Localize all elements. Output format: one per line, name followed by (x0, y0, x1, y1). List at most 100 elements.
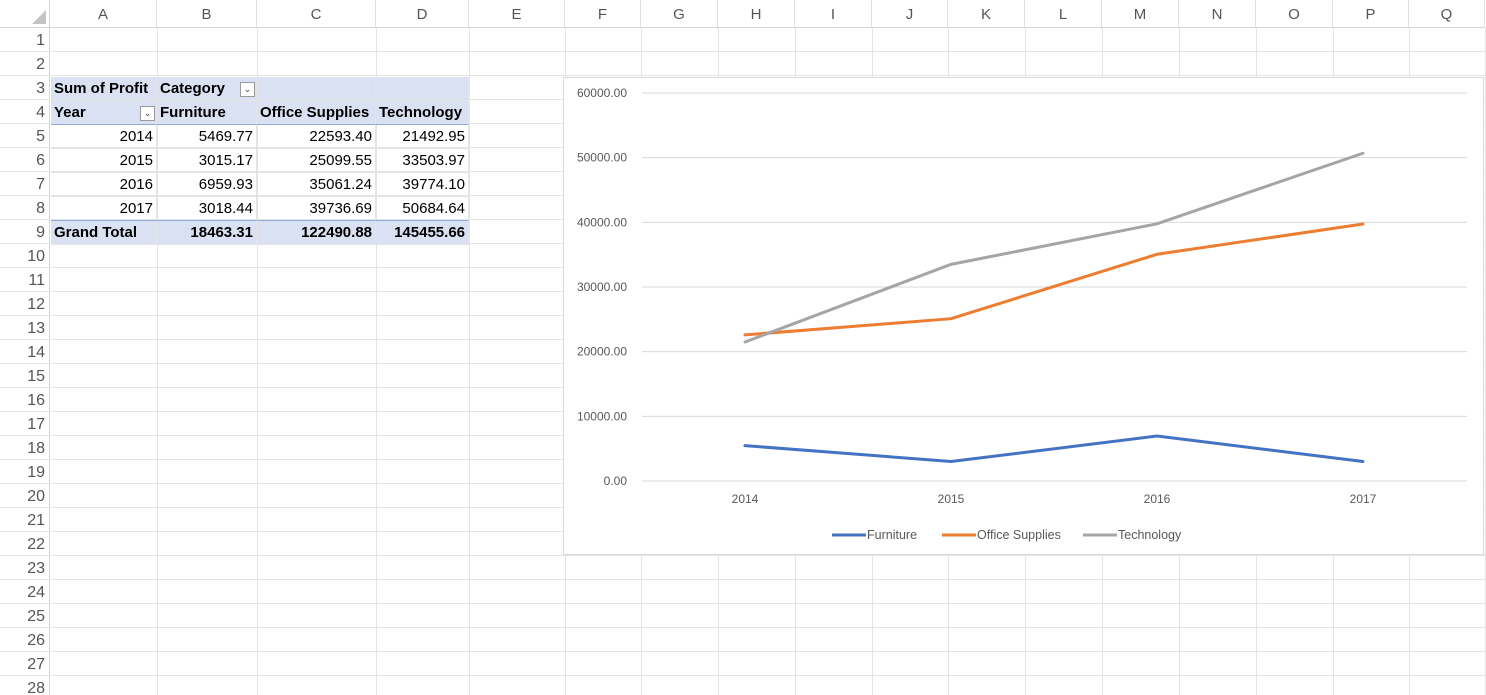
pivot-value-cell[interactable]: 25099.55 (257, 149, 376, 173)
cell-i26[interactable] (796, 628, 873, 652)
cell-q1[interactable] (1410, 28, 1486, 52)
cell-p27[interactable] (1334, 652, 1410, 676)
cell-p28[interactable] (1334, 676, 1410, 695)
cell-c14[interactable] (258, 340, 377, 364)
cell-d13[interactable] (377, 316, 470, 340)
cell-g27[interactable] (642, 652, 719, 676)
cell-i2[interactable] (796, 52, 873, 76)
cell-d28[interactable] (377, 676, 470, 695)
pivot-value-cell[interactable]: 3018.44 (157, 197, 257, 221)
cell-g1[interactable] (642, 28, 719, 52)
pivot-value-cell[interactable]: 22593.40 (257, 125, 376, 149)
cell-c15[interactable] (258, 364, 377, 388)
cell-e3[interactable] (470, 76, 566, 100)
cell-e23[interactable] (470, 556, 566, 580)
cell-p24[interactable] (1334, 580, 1410, 604)
cell-f28[interactable] (566, 676, 642, 695)
cell-o1[interactable] (1257, 28, 1334, 52)
cell-f26[interactable] (566, 628, 642, 652)
cell-a13[interactable] (51, 316, 158, 340)
cell-l26[interactable] (1026, 628, 1103, 652)
cell-p23[interactable] (1334, 556, 1410, 580)
select-all-button[interactable] (0, 0, 50, 28)
cell-c1[interactable] (258, 28, 377, 52)
cell-d10[interactable] (377, 244, 470, 268)
pivot-value-cell[interactable]: 3015.17 (157, 149, 257, 173)
cell-k24[interactable] (949, 580, 1026, 604)
cell-b27[interactable] (158, 652, 258, 676)
pivot-year-cell[interactable]: 2016 (51, 173, 157, 197)
row-header-17[interactable]: 17 (0, 412, 50, 436)
cell-i28[interactable] (796, 676, 873, 695)
row-header-10[interactable]: 10 (0, 244, 50, 268)
column-header-q[interactable]: Q (1409, 0, 1485, 28)
cell-b10[interactable] (158, 244, 258, 268)
cell-a15[interactable] (51, 364, 158, 388)
row-header-7[interactable]: 7 (0, 172, 50, 196)
cell-b26[interactable] (158, 628, 258, 652)
cell-e10[interactable] (470, 244, 566, 268)
cell-a25[interactable] (51, 604, 158, 628)
cell-l25[interactable] (1026, 604, 1103, 628)
cell-a26[interactable] (51, 628, 158, 652)
pivot-value-cell[interactable]: 21492.95 (376, 125, 469, 149)
cell-i24[interactable] (796, 580, 873, 604)
row-header-12[interactable]: 12 (0, 292, 50, 316)
cell-b21[interactable] (158, 508, 258, 532)
cell-e8[interactable] (470, 196, 566, 220)
grand-total-cell[interactable]: 18463.31 (157, 220, 257, 245)
column-header-h[interactable]: H (718, 0, 795, 28)
pivot-col-header-furniture[interactable]: Furniture (157, 101, 257, 125)
column-header-b[interactable]: B (157, 0, 257, 28)
cell-a28[interactable] (51, 676, 158, 695)
row-header-1[interactable]: 1 (0, 28, 50, 52)
cell-g24[interactable] (642, 580, 719, 604)
cell-a20[interactable] (51, 484, 158, 508)
cell-a17[interactable] (51, 412, 158, 436)
cell-c21[interactable] (258, 508, 377, 532)
cell-m26[interactable] (1103, 628, 1180, 652)
cell-c10[interactable] (258, 244, 377, 268)
row-header-15[interactable]: 15 (0, 364, 50, 388)
cell-f2[interactable] (566, 52, 642, 76)
cell-i1[interactable] (796, 28, 873, 52)
cell-q2[interactable] (1410, 52, 1486, 76)
pivot-value-cell[interactable]: 33503.97 (376, 149, 469, 173)
row-header-23[interactable]: 23 (0, 556, 50, 580)
column-header-o[interactable]: O (1256, 0, 1333, 28)
cell-d22[interactable] (377, 532, 470, 556)
cell-d25[interactable] (377, 604, 470, 628)
cell-h1[interactable] (719, 28, 796, 52)
row-header-2[interactable]: 2 (0, 52, 50, 76)
cell-n2[interactable] (1180, 52, 1257, 76)
cell-i25[interactable] (796, 604, 873, 628)
cell-d12[interactable] (377, 292, 470, 316)
cell-q28[interactable] (1410, 676, 1486, 695)
cell-i27[interactable] (796, 652, 873, 676)
cell-a22[interactable] (51, 532, 158, 556)
cell-m23[interactable] (1103, 556, 1180, 580)
cell-b2[interactable] (158, 52, 258, 76)
cell-h26[interactable] (719, 628, 796, 652)
row-header-13[interactable]: 13 (0, 316, 50, 340)
cell-b11[interactable] (158, 268, 258, 292)
cell-c17[interactable] (258, 412, 377, 436)
cell-f27[interactable] (566, 652, 642, 676)
cell-l27[interactable] (1026, 652, 1103, 676)
cell-b23[interactable] (158, 556, 258, 580)
cell-q25[interactable] (1410, 604, 1486, 628)
cell-e18[interactable] (470, 436, 566, 460)
cell-g2[interactable] (642, 52, 719, 76)
pivot-value-cell[interactable]: 39736.69 (257, 197, 376, 221)
row-header-21[interactable]: 21 (0, 508, 50, 532)
cell-e24[interactable] (470, 580, 566, 604)
row-header-11[interactable]: 11 (0, 268, 50, 292)
cell-p25[interactable] (1334, 604, 1410, 628)
cell-p1[interactable] (1334, 28, 1410, 52)
cell-e15[interactable] (470, 364, 566, 388)
cell-k27[interactable] (949, 652, 1026, 676)
cell-d27[interactable] (377, 652, 470, 676)
cell-c28[interactable] (258, 676, 377, 695)
row-header-14[interactable]: 14 (0, 340, 50, 364)
cell-h24[interactable] (719, 580, 796, 604)
